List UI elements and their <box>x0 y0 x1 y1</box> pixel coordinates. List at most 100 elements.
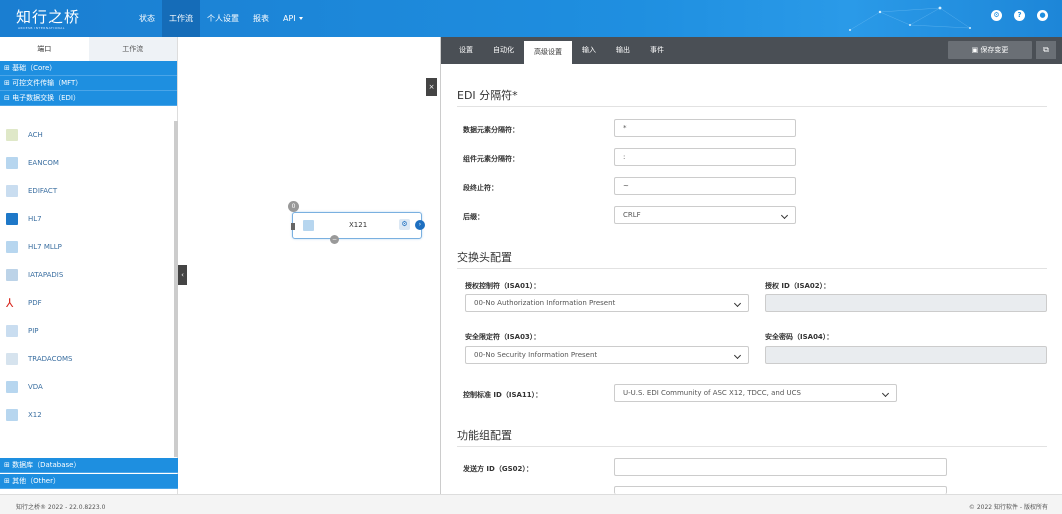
node-input-port[interactable] <box>291 223 295 230</box>
segment-terminator-input[interactable]: ~ <box>614 177 796 195</box>
category-core[interactable]: ⊞ 基础（Core） <box>0 61 177 76</box>
list-item-hl7[interactable]: HL7 <box>0 205 174 233</box>
list-item-iatapadis[interactable]: IATAPADIS <box>0 261 174 289</box>
suffix-label: 后缀： <box>463 213 484 221</box>
list-item-label: EANCOM <box>28 159 59 167</box>
list-item-label: ACH <box>28 131 43 139</box>
isa04-input[interactable] <box>765 346 1047 364</box>
category-edi[interactable]: ⊟ 电子数据交换（EDI） <box>0 91 177 106</box>
isa02-input[interactable] <box>765 294 1047 312</box>
floppy-icon: ▣ <box>971 46 979 54</box>
section-divider <box>457 268 1047 269</box>
nav-status[interactable]: 状态 <box>132 0 162 37</box>
isa01-label: 授权控制符（ISA01）： <box>465 282 541 290</box>
list-item-x12[interactable]: X12 <box>0 401 174 429</box>
node-title: X121 <box>349 221 368 229</box>
top-navigation-bar: 知行之桥 ARCESB INTERNATIONAL 状态 工作流 个人设置 报表… <box>0 0 1062 37</box>
section-divider <box>457 106 1047 107</box>
nav-personal-settings[interactable]: 个人设置 <box>200 0 246 37</box>
list-item-tradacoms[interactable]: TRADACOMS <box>0 345 174 373</box>
workflow-node-x12[interactable]: 0 X121 ⚙ › − <box>288 201 425 244</box>
footer-version: 知行之桥® 2022 - 22.0.8223.0 <box>16 504 106 511</box>
tab-input[interactable]: 输入 <box>572 37 606 64</box>
user-icon[interactable]: ● <box>1037 10 1048 21</box>
tab-settings[interactable]: 设置 <box>449 37 483 64</box>
section-functional-group: 功能组配置 <box>457 429 512 442</box>
list-item-edifact[interactable]: EDIFACT <box>0 177 174 205</box>
app-logo[interactable]: 知行之桥 ARCESB INTERNATIONAL <box>16 6 96 32</box>
isa03-select[interactable]: 00-No Security Information Present <box>465 346 749 364</box>
list-item-label: HL7 <box>28 215 42 223</box>
workflow-canvas[interactable]: ‹ × 0 X121 ⚙ › − <box>178 37 440 494</box>
list-item-label: EDIFACT <box>28 187 58 195</box>
top-icons: ⚙ ? ● <box>991 10 1048 21</box>
x12-icon <box>303 220 314 231</box>
isa11-label: 控制标准 ID（ISA11）： <box>463 391 543 399</box>
list-item-label: X12 <box>28 411 42 419</box>
help-icon[interactable]: ? <box>1014 10 1025 21</box>
segment-terminator-label: 段终止符： <box>463 184 498 192</box>
node-output-port[interactable]: › <box>415 220 425 230</box>
next-field-input[interactable] <box>614 486 947 494</box>
ach-icon <box>6 129 18 141</box>
list-item-label: HL7 MLLP <box>28 243 62 251</box>
open-external-button[interactable]: ⧉ <box>1036 41 1056 59</box>
node-bottom-port[interactable]: − <box>330 235 339 244</box>
port-list: ACH EANCOM EDIFACT HL7 HL7 MLLP IATAPADI… <box>0 121 174 457</box>
pdf-icon: ⅄ <box>6 296 14 310</box>
footer: 知行之桥® 2022 - 22.0.8223.0 © 2022 知行软件 - 版… <box>0 494 1062 514</box>
suffix-select[interactable]: CRLF <box>614 206 796 224</box>
isa11-select[interactable]: U-U.S. EDI Community of ASC X12, TDCC, a… <box>614 384 897 402</box>
section-divider <box>457 446 1047 447</box>
component-separator-input[interactable]: : <box>614 148 796 166</box>
list-item-label: TRADACOMS <box>28 355 73 363</box>
settings-panel: 设置 自动化 高级设置 输入 输出 事件 ▣ 保存变更 ⧉ EDI 分隔符* 数… <box>440 37 1062 494</box>
tab-events[interactable]: 事件 <box>640 37 674 64</box>
category-other[interactable]: ⊞ 其他（Other） <box>0 474 178 489</box>
element-separator-label: 数据元素分隔符： <box>463 126 519 134</box>
gs02-input[interactable] <box>614 458 947 476</box>
nav-api[interactable]: API <box>276 0 310 37</box>
list-item-hl7-mllp[interactable]: HL7 MLLP <box>0 233 174 261</box>
category-mft[interactable]: ⊞ 可控文件传输（MFT） <box>0 76 177 91</box>
gear-icon[interactable]: ⚙ <box>991 10 1002 21</box>
tab-ports[interactable]: 端口 <box>0 37 89 61</box>
list-item-pip[interactable]: PIP <box>0 317 174 345</box>
iatapadis-icon <box>6 269 18 281</box>
list-item-vda[interactable]: VDA <box>0 373 174 401</box>
node-badge: 0 <box>288 201 299 212</box>
category-database[interactable]: ⊞ 数据库（Database） <box>0 458 178 473</box>
isa01-select[interactable]: 00-No Authorization Information Present <box>465 294 749 312</box>
element-separator-input[interactable]: * <box>614 119 796 137</box>
isa04-label: 安全密码（ISA04）： <box>765 333 834 341</box>
tradacoms-icon <box>6 353 18 365</box>
tab-workflow[interactable]: 工作流 <box>89 37 178 61</box>
save-changes-button[interactable]: ▣ 保存变更 <box>948 41 1032 59</box>
tab-advanced[interactable]: 高级设置 <box>524 41 572 64</box>
list-item-label: PDF <box>28 299 42 307</box>
vda-icon <box>6 381 18 393</box>
list-item-pdf[interactable]: ⅄ PDF <box>0 289 174 317</box>
list-item-label: IATAPADIS <box>28 271 64 279</box>
close-panel-button[interactable]: × <box>426 78 437 96</box>
list-item-label: PIP <box>28 327 39 335</box>
list-item-eancom[interactable]: EANCOM <box>0 149 174 177</box>
list-item-ach[interactable]: ACH <box>0 121 174 149</box>
footer-copyright: © 2022 知行软件 - 版权所有 <box>968 504 1048 511</box>
caret-down-icon <box>298 17 303 20</box>
tab-output[interactable]: 输出 <box>606 37 640 64</box>
left-tabs: 端口 工作流 <box>0 37 177 61</box>
collapse-left-button[interactable]: ‹ <box>178 265 187 285</box>
isa02-label: 授权 ID（ISA02）： <box>765 282 831 290</box>
nav-reports[interactable]: 报表 <box>246 0 276 37</box>
nav-workflow[interactable]: 工作流 <box>162 0 200 37</box>
left-panel: 端口 工作流 ⊞ 基础（Core） ⊞ 可控文件传输（MFT） ⊟ 电子数据交换… <box>0 37 178 494</box>
isa03-label: 安全限定符（ISA03）： <box>465 333 541 341</box>
tab-automation[interactable]: 自动化 <box>483 37 524 64</box>
gs02-label: 发送方 ID（GS02）： <box>463 465 533 473</box>
section-interchange-header: 交换头配置 <box>457 251 512 264</box>
eancom-icon <box>6 157 18 169</box>
external-link-icon: ⧉ <box>1043 45 1049 54</box>
gear-icon[interactable]: ⚙ <box>399 219 410 230</box>
save-label: 保存变更 <box>980 46 1009 54</box>
